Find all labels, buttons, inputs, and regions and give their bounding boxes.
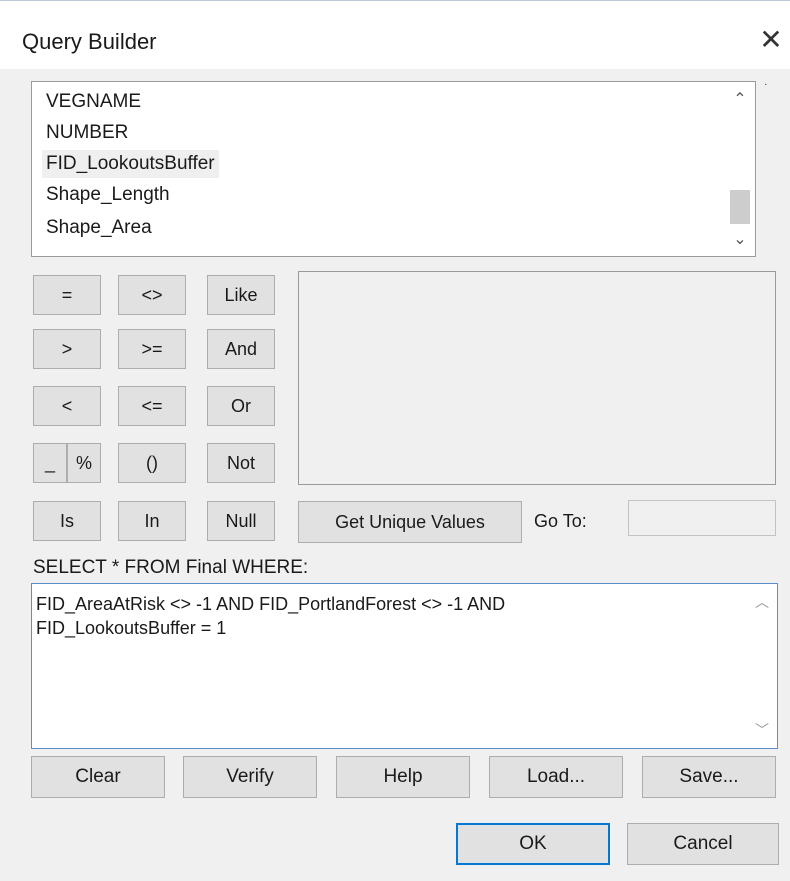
equals-button[interactable]: = (33, 275, 101, 315)
field-list[interactable]: VEGNAME NUMBER FID_LookoutsBuffer Shape_… (31, 81, 756, 257)
wildcard-buttons: _ % (33, 443, 101, 483)
scroll-thumb[interactable] (730, 190, 750, 224)
field-item[interactable]: Shape_Area (42, 214, 156, 242)
in-button[interactable]: In (118, 501, 186, 541)
and-button[interactable]: And (207, 329, 275, 369)
window-title: Query Builder (22, 29, 157, 54)
save-button[interactable]: Save... (642, 756, 776, 798)
not-button[interactable]: Not (207, 443, 275, 483)
or-button[interactable]: Or (207, 386, 275, 426)
field-item-selected[interactable]: FID_LookoutsBuffer (42, 150, 219, 178)
scroll-down-icon[interactable]: ⌄ (725, 226, 755, 254)
greater-than-button[interactable]: > (33, 329, 101, 369)
load-button[interactable]: Load... (489, 756, 623, 798)
less-than-button[interactable]: < (33, 386, 101, 426)
scroll-up-icon[interactable]: ⌃ (725, 86, 755, 114)
goto-input[interactable] (628, 500, 776, 536)
title-bar: Query Builder ✕ (0, 1, 790, 69)
is-button[interactable]: Is (33, 501, 101, 541)
less-equal-button[interactable]: <= (118, 386, 186, 426)
close-icon[interactable]: ✕ (754, 23, 788, 57)
verify-button[interactable]: Verify (183, 756, 317, 798)
cancel-button[interactable]: Cancel (627, 823, 779, 865)
query-builder-dialog: Query Builder ✕ VEGNAME NUMBER FID_Looko… (0, 0, 790, 881)
help-button[interactable]: Help (336, 756, 470, 798)
percent-button[interactable]: % (67, 443, 101, 483)
not-equal-button[interactable]: <> (118, 275, 186, 315)
null-button[interactable]: Null (207, 501, 275, 541)
like-button[interactable]: Like (207, 275, 275, 315)
unique-values-list[interactable] (298, 271, 776, 485)
field-item[interactable]: NUMBER (42, 119, 132, 147)
scroll-down-icon[interactable]: ﹀ (755, 720, 769, 740)
greater-equal-button[interactable]: >= (118, 329, 186, 369)
field-item[interactable]: VEGNAME (42, 88, 145, 116)
field-list-scrollbar[interactable]: ⌃ ⌄ (725, 82, 755, 256)
underscore-button[interactable]: _ (33, 443, 67, 483)
where-clause-editor[interactable]: FID_AreaAtRisk <> -1 AND FID_PortlandFor… (31, 583, 778, 749)
where-clause-text[interactable]: FID_AreaAtRisk <> -1 AND FID_PortlandFor… (36, 592, 736, 640)
resize-grip-icon: ˙ (764, 81, 769, 97)
ok-button[interactable]: OK (456, 823, 610, 865)
clear-button[interactable]: Clear (31, 756, 165, 798)
field-item[interactable]: Shape_Length (42, 181, 174, 209)
select-clause-label: SELECT * FROM Final WHERE: (33, 557, 309, 578)
goto-label: Go To: (534, 511, 587, 531)
parentheses-button[interactable]: () (118, 443, 186, 483)
get-unique-values-button[interactable]: Get Unique Values (298, 501, 522, 543)
scroll-up-icon[interactable]: ︿ (755, 592, 769, 612)
